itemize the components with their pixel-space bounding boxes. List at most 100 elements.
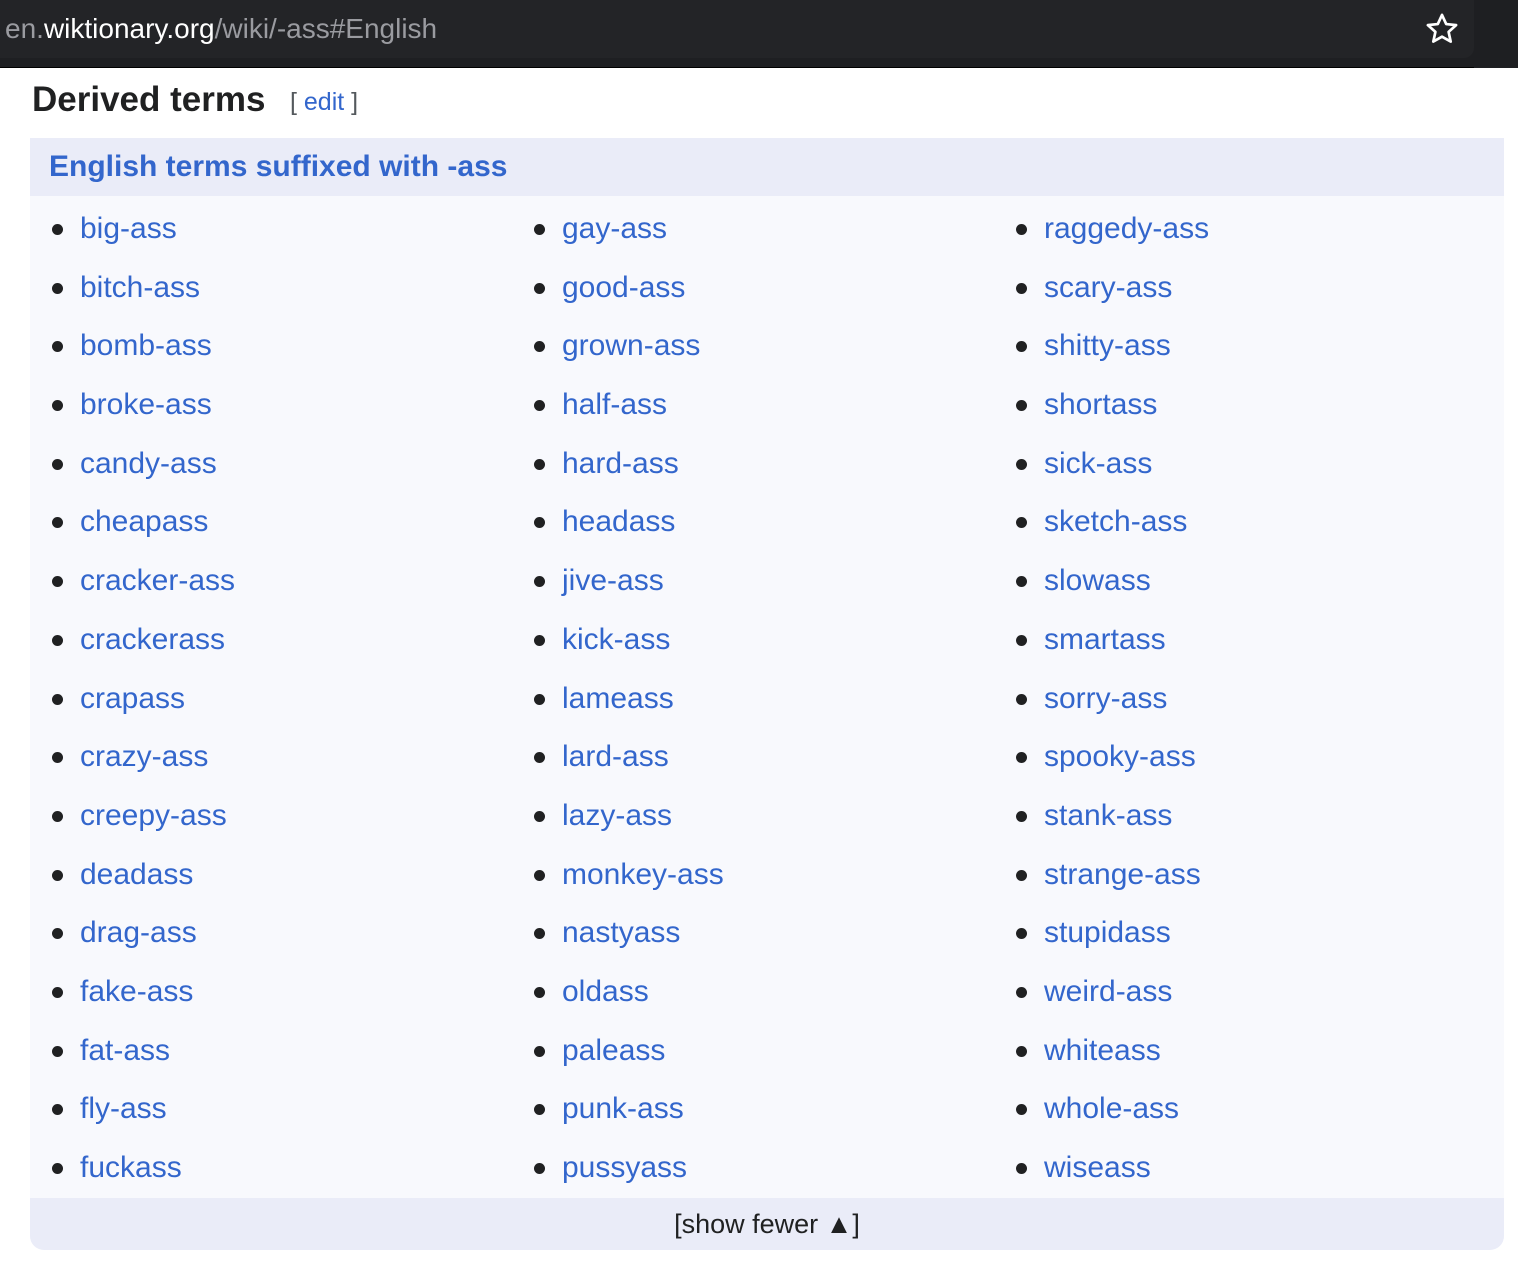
- term-link[interactable]: whole-ass: [1044, 1086, 1179, 1132]
- bullet-icon: [52, 752, 63, 764]
- term-link[interactable]: broke-ass: [80, 382, 212, 428]
- term-link[interactable]: half-ass: [562, 382, 667, 428]
- bullet-icon: [534, 634, 545, 646]
- list-item: lard-ass: [534, 734, 1004, 793]
- list-item: lameass: [534, 676, 1004, 735]
- bullet-icon: [1016, 693, 1027, 705]
- term-link[interactable]: wiseass: [1044, 1145, 1151, 1191]
- bullet-icon: [534, 458, 545, 470]
- term-link[interactable]: drag-ass: [80, 910, 197, 956]
- bullet-icon: [534, 576, 545, 588]
- show-fewer-toggle[interactable]: [show fewer ▲]: [674, 1208, 860, 1240]
- term-link[interactable]: whiteass: [1044, 1028, 1161, 1074]
- term-link[interactable]: candy-ass: [80, 441, 217, 487]
- list-item: whole-ass: [1016, 1086, 1486, 1145]
- term-link[interactable]: lard-ass: [562, 734, 669, 780]
- term-link[interactable]: lameass: [562, 676, 674, 722]
- bullet-icon: [534, 400, 545, 412]
- term-link[interactable]: gay-ass: [562, 206, 667, 252]
- term-link[interactable]: weird-ass: [1044, 969, 1172, 1015]
- term-link[interactable]: fly-ass: [80, 1086, 167, 1132]
- term-link[interactable]: good-ass: [562, 265, 685, 311]
- list-item: weird-ass: [1016, 969, 1486, 1028]
- term-link[interactable]: stank-ass: [1044, 793, 1172, 839]
- list-item: crazy-ass: [52, 734, 522, 793]
- term-link[interactable]: sketch-ass: [1044, 499, 1187, 545]
- list-item: hard-ass: [534, 441, 1004, 500]
- term-link[interactable]: paleass: [562, 1028, 665, 1074]
- term-link[interactable]: deadass: [80, 852, 193, 898]
- term-link[interactable]: spooky-ass: [1044, 734, 1196, 780]
- term-link[interactable]: fuckass: [80, 1145, 182, 1191]
- list-item: big-ass: [52, 206, 522, 265]
- address-bar[interactable]: en.wiktionary.org/wiki/-ass#English: [0, 0, 1474, 58]
- bullet-icon: [52, 634, 63, 646]
- term-link[interactable]: slowass: [1044, 558, 1151, 604]
- bullet-icon: [534, 282, 545, 294]
- term-link[interactable]: nastyass: [562, 910, 680, 956]
- bullet-icon: [1016, 576, 1027, 588]
- bullet-icon: [52, 341, 63, 353]
- category-link[interactable]: English terms suffixed with -ass: [49, 149, 507, 185]
- term-link[interactable]: fat-ass: [80, 1028, 170, 1074]
- term-link[interactable]: oldass: [562, 969, 649, 1015]
- term-column-2: gay-ass good-ass grown-ass half-ass hard-ass…: [534, 206, 1004, 1204]
- term-link[interactable]: jive-ass: [562, 558, 664, 604]
- bullet-icon: [52, 224, 63, 235]
- term-link[interactable]: crackerass: [80, 617, 225, 663]
- list-item: broke-ass: [52, 382, 522, 441]
- list-item: pussyass: [534, 1145, 1004, 1204]
- term-link[interactable]: grown-ass: [562, 323, 700, 369]
- bullet-icon: [1016, 1045, 1027, 1057]
- list-item: headass: [534, 499, 1004, 558]
- term-link[interactable]: bitch-ass: [80, 265, 200, 311]
- box-footer: [show fewer ▲]: [30, 1198, 1504, 1250]
- list-item: creepy-ass: [52, 793, 522, 852]
- list-item: paleass: [534, 1028, 1004, 1087]
- term-link[interactable]: stupidass: [1044, 910, 1171, 956]
- term-link[interactable]: sick-ass: [1044, 441, 1152, 487]
- term-link[interactable]: scary-ass: [1044, 265, 1172, 311]
- term-link[interactable]: headass: [562, 499, 675, 545]
- term-link[interactable]: shortass: [1044, 382, 1157, 428]
- derived-terms-box: English terms suffixed with -ass big-ass…: [30, 138, 1504, 1250]
- term-link[interactable]: sorry-ass: [1044, 676, 1167, 722]
- term-link[interactable]: cracker-ass: [80, 558, 235, 604]
- star-outline-icon[interactable]: [1424, 11, 1460, 47]
- browser-toolbar: en.wiktionary.org/wiki/-ass#English: [0, 0, 1518, 68]
- term-link[interactable]: kick-ass: [562, 617, 670, 663]
- term-link[interactable]: big-ass: [80, 206, 177, 252]
- term-link[interactable]: lazy-ass: [562, 793, 672, 839]
- bullet-icon: [52, 458, 63, 470]
- list-item: slowass: [1016, 558, 1486, 617]
- list-item: deadass: [52, 852, 522, 911]
- term-link[interactable]: cheapass: [80, 499, 208, 545]
- term-link[interactable]: smartass: [1044, 617, 1166, 663]
- bullet-icon: [1016, 1104, 1027, 1116]
- term-link[interactable]: crapass: [80, 676, 185, 722]
- bullet-icon: [52, 282, 63, 294]
- list-item: good-ass: [534, 265, 1004, 324]
- bullet-icon: [1016, 341, 1027, 353]
- bullet-icon: [534, 693, 545, 705]
- term-link[interactable]: strange-ass: [1044, 852, 1201, 898]
- list-item: sick-ass: [1016, 441, 1486, 500]
- edit-link[interactable]: edit: [304, 88, 344, 116]
- term-link[interactable]: bomb-ass: [80, 323, 212, 369]
- bullet-icon: [534, 1045, 545, 1057]
- term-link[interactable]: monkey-ass: [562, 852, 724, 898]
- term-link[interactable]: hard-ass: [562, 441, 679, 487]
- term-link[interactable]: raggedy-ass: [1044, 206, 1209, 252]
- term-link[interactable]: fake-ass: [80, 969, 193, 1015]
- term-link[interactable]: creepy-ass: [80, 793, 227, 839]
- bullet-icon: [1016, 224, 1027, 235]
- term-link[interactable]: punk-ass: [562, 1086, 684, 1132]
- list-item: strange-ass: [1016, 852, 1486, 911]
- list-item: lazy-ass: [534, 793, 1004, 852]
- term-link[interactable]: crazy-ass: [80, 734, 208, 780]
- url-text[interactable]: en.wiktionary.org/wiki/-ass#English: [5, 10, 437, 48]
- term-link[interactable]: shitty-ass: [1044, 323, 1171, 369]
- bullet-icon: [534, 224, 545, 235]
- page-content: Derived terms [ edit ] English terms suf…: [0, 69, 1518, 1274]
- term-link[interactable]: pussyass: [562, 1145, 687, 1191]
